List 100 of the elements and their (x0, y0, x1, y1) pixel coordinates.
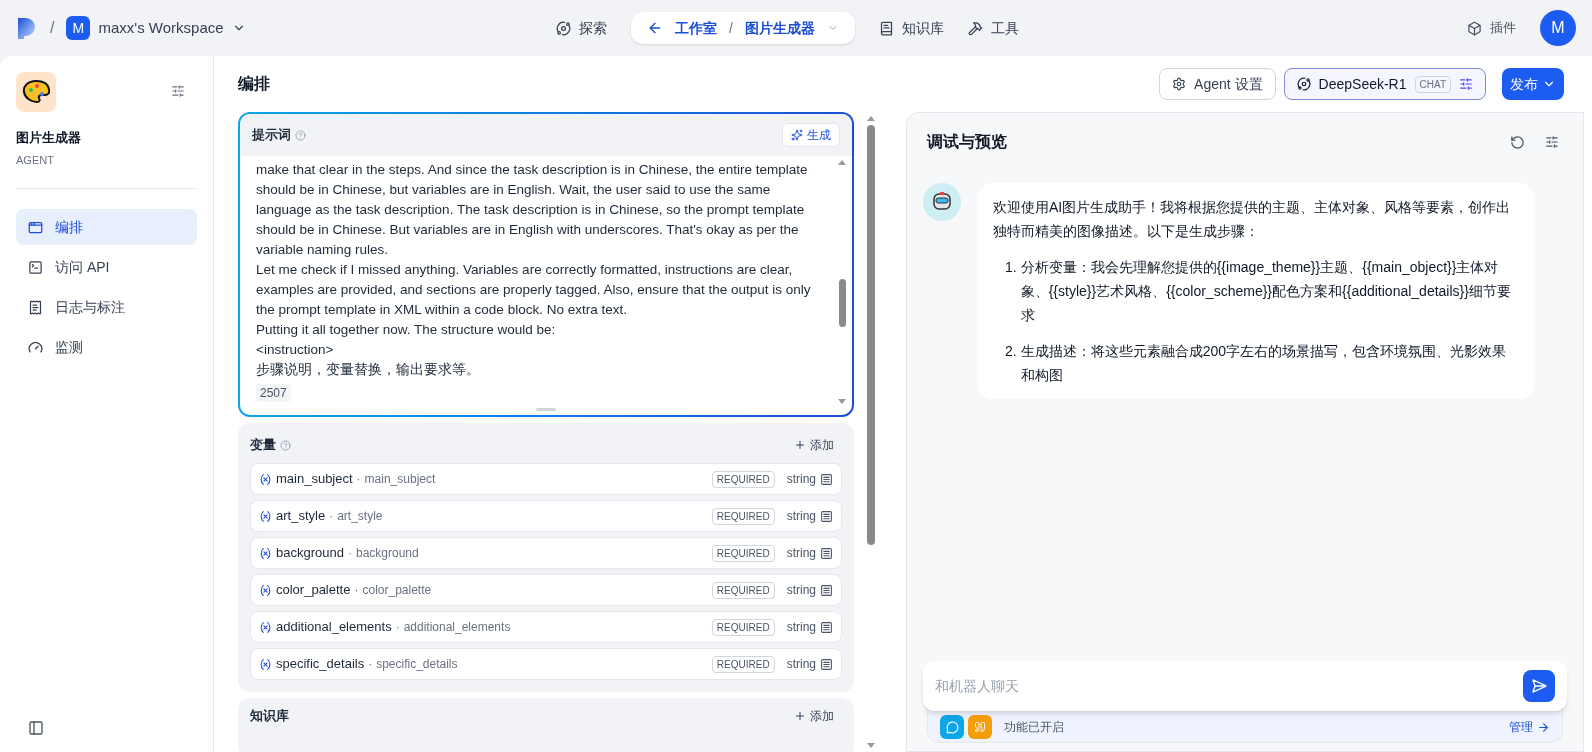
required-badge: REQUIRED (711, 655, 775, 673)
type-field-icon[interactable] (820, 546, 833, 560)
manage-link[interactable]: 管理 (1509, 718, 1550, 736)
nav-icon (967, 20, 983, 36)
variable-row[interactable]: additional_elements · additional_elements REQUIRED string (250, 611, 842, 643)
arrow-right-icon (1537, 720, 1550, 734)
variable-type: string (786, 545, 816, 562)
breadcrumb-link[interactable]: 图片生成器 (744, 17, 815, 39)
scroll-down-icon[interactable] (867, 743, 875, 748)
preview-title: 调试与预览 (927, 132, 1007, 152)
add-button[interactable]: 添加 (794, 436, 834, 454)
separator: · (356, 471, 361, 488)
required-badge: REQUIRED (711, 470, 775, 488)
variable-icon (259, 472, 272, 486)
app-type: AGENT (16, 152, 55, 168)
variable-icon (259, 546, 272, 560)
nav-tab[interactable]: 工具 (967, 17, 1019, 39)
sidebar-item-icon (28, 299, 43, 315)
scroll-up-icon[interactable] (838, 160, 846, 165)
scroll-down-icon[interactable] (838, 399, 846, 404)
sidebar-item-icon (28, 259, 43, 275)
knowledge-title: 知识库 (250, 707, 289, 725)
variable-icon (259, 509, 272, 523)
send-icon (1531, 678, 1547, 694)
logo-icon[interactable] (16, 16, 38, 40)
scrollbar-thumb[interactable] (838, 279, 846, 327)
sparkle-icon (791, 129, 803, 141)
variable-row[interactable]: specific_details · specific_details REQUIRED string (250, 648, 842, 680)
variables-title: 变量 (250, 436, 276, 455)
sidebar-item[interactable]: 监测 (16, 329, 197, 365)
sidebar-item[interactable]: 日志与标注 (16, 289, 197, 325)
variable-name: color_palette (276, 581, 351, 600)
type-field-icon[interactable] (820, 657, 833, 671)
publish-button[interactable]: 发布 (1502, 68, 1564, 100)
separator: · (368, 656, 373, 673)
plus-icon (794, 439, 806, 451)
variable-row[interactable]: color_palette · color_palette REQUIRED string (250, 574, 842, 606)
separator: · (395, 619, 400, 636)
variable-type: string (786, 582, 816, 599)
step-text: 分析变量：我会先理解您提供的{{image_theme}}主题、{{main_object}}主体对象、{{style}}艺术风格、{{color_scheme}}配色方案和{{additional_details}}细节要求 (1020, 258, 1512, 325)
variable-name: background (276, 544, 344, 563)
chat-input-field[interactable]: 和机器人聊天 (923, 661, 1567, 711)
add-button[interactable]: 添加 (794, 706, 834, 725)
workspace-switcher[interactable]: M maxx's Workspace (66, 16, 246, 40)
nav-tab[interactable]: 探索 (556, 17, 607, 39)
variable-row[interactable]: main_subject · main_subject REQUIRED string (250, 463, 842, 495)
user-avatar[interactable]: M (1540, 10, 1576, 46)
variable-row[interactable]: art_style · art_style REQUIRED string (250, 500, 842, 532)
scroll-up-icon[interactable] (867, 116, 875, 121)
sidebar-item[interactable]: 编排 (16, 209, 197, 245)
variable-icon (259, 657, 272, 671)
generate-button[interactable]: 生成 (782, 123, 840, 147)
sidebar-item-icon (28, 339, 43, 355)
variable-type: string (786, 508, 816, 525)
type-field-icon[interactable] (820, 583, 833, 597)
chat-feature-icon[interactable] (940, 715, 964, 739)
variable-label: color_palette (362, 582, 432, 599)
prompt-text[interactable]: make that clear in the steps. And since the task description is in Chinese, the entire template should be in Chinese, but variables are in English. Wait, the user said to use the same language as the task description. The task description is in Chinese, so the prompt template should be in Chinese. But variables are in English with underscores. That's okay as per the variable naming rules. Let me check if I missed anything. Variables are correctly formatted, instructions are clear, examples are provided, and sections are properly tagged. Also, ensure that the output is only the prompt template in XML within a code block. No extra text. Putting it all together now. The structure would be: <instruction> 步骤说明，变量替换，输出要求等。 (256, 160, 820, 380)
features-status: 功能已开启 (1004, 719, 1064, 736)
required-badge: REQUIRED (711, 507, 775, 525)
robot-avatar (923, 183, 961, 221)
variable-label: main_subject (364, 471, 436, 488)
breadcrumb-link[interactable]: 工作室 (675, 17, 717, 39)
nav-icon (556, 20, 571, 36)
chat-input[interactable]: 和机器人聊天 (935, 675, 1523, 697)
model-selector[interactable]: DeepSeek-R1 CHAT (1283, 68, 1486, 100)
scrollbar-thumb[interactable] (867, 125, 875, 545)
required-badge: REQUIRED (711, 618, 775, 636)
workspace-avatar: M (66, 16, 91, 40)
page-title: 编排 (238, 74, 270, 94)
model-badge: CHAT (1414, 75, 1451, 93)
step-text: 生成描述：将这些元素融合成200字左右的场景描写，包含环境氛围、光影效果和构图 (1020, 342, 1508, 385)
message-text: 欢迎使用AI图片生成助手！我将根据您提供的主题、主体对象、风格等要素，创作出独特而精美的图像描述。以下是生成步骤： (993, 198, 1512, 241)
variable-row[interactable]: background · background REQUIRED string (250, 537, 842, 569)
settings-icon[interactable] (1545, 135, 1559, 149)
variable-name: art_style (276, 507, 326, 526)
separator: / (729, 18, 733, 38)
prompt-title: 提示词 (252, 126, 291, 145)
variable-type: string (786, 656, 816, 673)
settings-icon[interactable] (171, 84, 185, 98)
send-button[interactable] (1523, 670, 1555, 702)
model-icon (1296, 77, 1311, 91)
variable-label: art_style (337, 508, 383, 525)
character-count: 2507 (256, 384, 291, 402)
separator: · (347, 545, 352, 562)
type-field-icon[interactable] (820, 509, 833, 523)
sidebar-toggle-icon[interactable] (28, 720, 44, 736)
step-number: 1. (1005, 258, 1017, 277)
chat-bubble-icon (945, 720, 959, 734)
variable-type: string (786, 619, 816, 636)
variable-name: main_subject (276, 470, 353, 489)
plugins-button[interactable]: 插件 (1467, 18, 1516, 38)
variable-name: additional_elements (276, 618, 392, 637)
nav-tab[interactable]: 知识库 (878, 17, 944, 39)
type-field-icon[interactable] (820, 620, 833, 634)
reset-icon[interactable] (1510, 134, 1525, 150)
sidebar-item-icon (28, 219, 43, 235)
type-field-icon[interactable] (820, 472, 833, 486)
sidebar-item[interactable]: 访问 API (16, 249, 197, 285)
agent-settings-button[interactable]: Agent 设置 (1159, 68, 1276, 100)
